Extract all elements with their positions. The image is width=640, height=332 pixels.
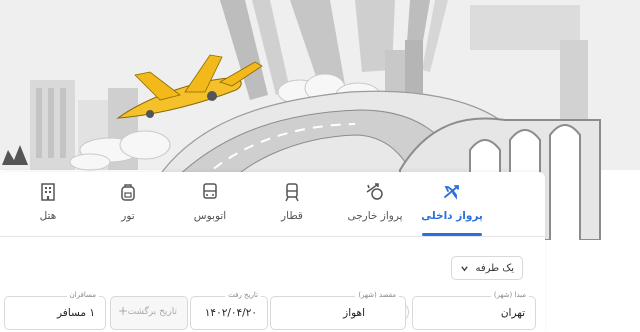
departure-label: تاریخ رفت <box>225 291 261 299</box>
chevron-down-icon <box>461 265 469 271</box>
hotel-icon <box>41 183 55 201</box>
train-icon <box>285 183 299 202</box>
bus-icon <box>203 183 217 199</box>
trip-type-label: یک طرفه <box>475 262 514 274</box>
departure-value: ۱۴۰۲/۰۴/۲۰ <box>204 307 257 319</box>
plus-icon: + <box>118 304 129 318</box>
tab-train[interactable]: قطار <box>257 182 327 232</box>
trip-type-select[interactable]: یک طرفه <box>451 256 523 280</box>
domestic-flight-icon <box>444 185 459 200</box>
tab-label: قطار <box>281 210 303 222</box>
origin-value: تهران <box>500 307 525 319</box>
tab-label: پرواز خارجی <box>347 210 403 222</box>
destination-field[interactable]: مقصد (شهر) اهواز <box>270 291 406 330</box>
origin-field[interactable]: مبدا (شهر) تهران <box>412 291 536 330</box>
tab-label: اتوبوس <box>193 210 227 222</box>
destination-label: مقصد (شهر) <box>355 291 399 299</box>
tab-bus[interactable]: اتوبوس <box>175 182 245 232</box>
service-tabs: پرواز داخلی پرواز خارجی قطار اتوبوس تور … <box>0 172 545 237</box>
return-date-field[interactable]: تاریخ برگشت + <box>110 296 188 330</box>
tab-hotel[interactable]: هتل <box>13 182 83 232</box>
tab-tour[interactable]: تور <box>93 182 163 232</box>
departure-date-field[interactable]: تاریخ رفت ۱۴۰۲/۰۴/۲۰ <box>190 291 268 330</box>
tab-label: پرواز داخلی <box>421 210 483 222</box>
destination-value: اهواز <box>343 307 365 319</box>
passengers-field[interactable]: مسافران ۱ مسافر <box>4 291 106 330</box>
tab-label: هتل <box>39 210 57 222</box>
tab-label: تور <box>121 210 135 222</box>
passengers-label: مسافران <box>66 291 99 299</box>
tour-backpack-icon <box>121 184 135 201</box>
return-placeholder: تاریخ برگشت <box>127 307 177 317</box>
passengers-value: ۱ مسافر <box>57 307 95 319</box>
search-card: پرواز داخلی پرواز خارجی قطار اتوبوس تور … <box>0 172 545 332</box>
origin-label: مبدا (شهر) <box>490 291 529 299</box>
tab-domestic-flight[interactable]: پرواز داخلی <box>417 182 487 236</box>
tab-international-flight[interactable]: پرواز خارجی <box>340 182 410 232</box>
international-flight-icon <box>366 183 383 200</box>
